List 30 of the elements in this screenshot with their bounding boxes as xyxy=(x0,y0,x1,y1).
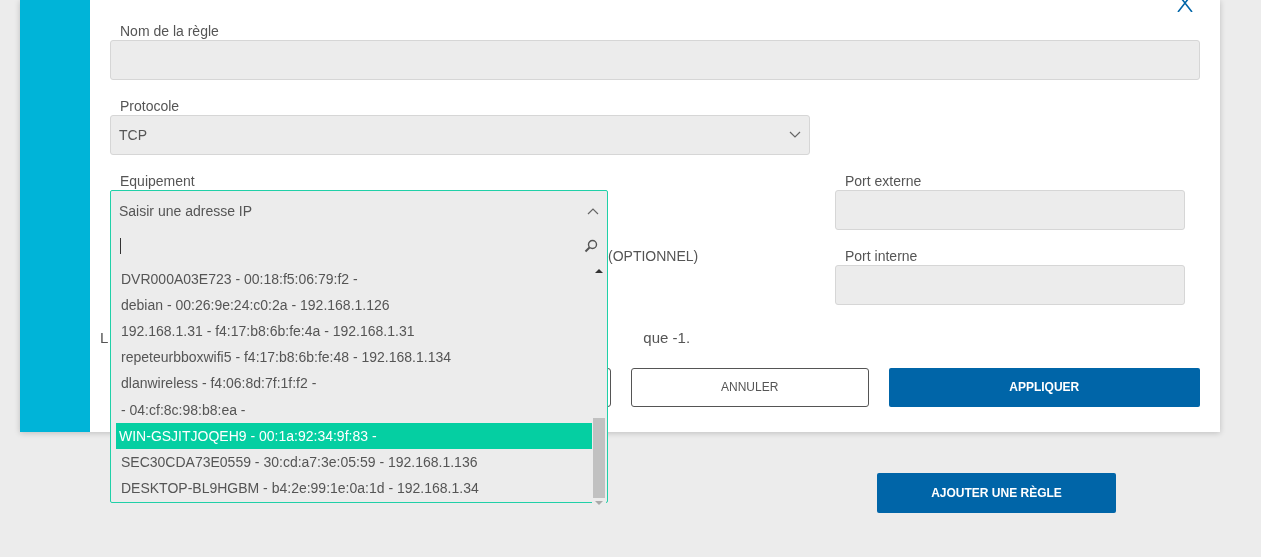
field-label: Equipement xyxy=(120,172,196,190)
field-label: (OPTIONNEL) xyxy=(608,247,700,265)
scroll-up-icon[interactable] xyxy=(595,268,603,274)
note-text: que -1. xyxy=(643,328,691,348)
dropdown-option[interactable]: dlanwireless - f4:06:8d:7f:1f:f2 - xyxy=(116,370,592,397)
dropdown-option[interactable]: 192.168.1.31 - f4:17:b8:6b:fe:4a - 192.168.1.31 xyxy=(116,318,592,345)
scroll-thumb[interactable] xyxy=(593,417,605,498)
chevron-up-icon xyxy=(587,207,599,215)
field-label: Protocole xyxy=(120,97,181,115)
dropdown-option[interactable]: - 04:cf:8c:98:b8:ea - xyxy=(116,396,592,424)
dropdown-option[interactable]: SEC30CDA73E0559 - 30:cd:a7:3e:05:59 - 192.168.1.136 xyxy=(116,449,592,476)
input-field[interactable] xyxy=(835,190,1185,230)
note-text: L xyxy=(100,328,109,348)
search-icon xyxy=(584,239,598,253)
dropdown-option[interactable]: DVR000A03E723 - 00:18:f5:06:79:f2 - xyxy=(116,266,592,293)
field-label: Port externe xyxy=(845,172,923,190)
input-field[interactable] xyxy=(110,40,1200,80)
select-field[interactable]: Saisir une adresse IP xyxy=(111,191,607,231)
chevron-down-icon xyxy=(789,131,801,139)
input-field[interactable] xyxy=(835,265,1185,305)
apply-button[interactable]: APPLIQUER xyxy=(888,367,1200,407)
field-label: Nom de la règle xyxy=(120,22,220,40)
dropdown-option[interactable]: DESKTOP-BL9HGBM - b4:2e:99:1e:0a:1d - 192.168.1.34 xyxy=(116,475,592,502)
field-label: Port interne xyxy=(845,247,919,265)
close-icon[interactable] xyxy=(1176,0,1194,12)
cancel-button[interactable]: ANNULER xyxy=(630,367,869,407)
dropdown-option[interactable]: repeteurbboxwifi5 - f4:17:b8:6b:fe:48 - 192.168.1.134 xyxy=(116,344,592,371)
add-rule-button[interactable]: AJOUTER UNE RÈGLE xyxy=(877,473,1116,513)
dropdown-option[interactable]: debian - 00:26:9e:24:c0:2a - 192.168.1.126 xyxy=(116,292,592,319)
select-field[interactable]: TCP xyxy=(110,115,810,155)
